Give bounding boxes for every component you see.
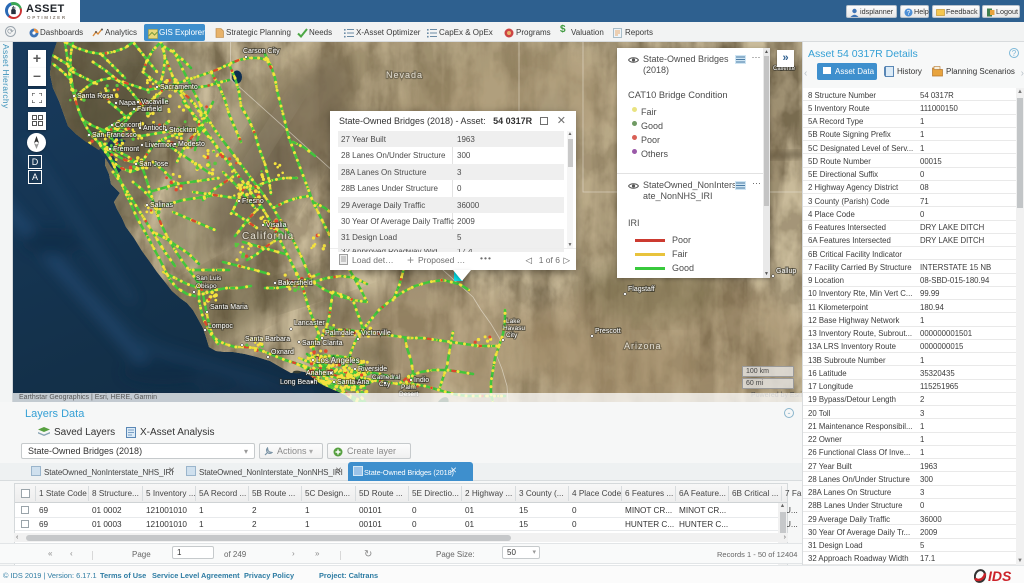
svg-text:Palmdale: Palmdale — [325, 330, 354, 337]
svg-text:Riverside: Riverside — [358, 366, 387, 373]
svg-text:Havasu: Havasu — [503, 325, 525, 332]
svg-text:Victorville: Victorville — [361, 330, 391, 337]
svg-text:Obispo: Obispo — [196, 283, 217, 290]
svg-text:Sacramento: Sacramento — [160, 84, 198, 91]
svg-text:Oxnard: Oxnard — [271, 349, 294, 356]
svg-text:Santa Clarita: Santa Clarita — [302, 340, 343, 347]
svg-text:Carson City: Carson City — [243, 48, 280, 55]
svg-text:San Jose: San Jose — [139, 161, 168, 168]
svg-text:Nevada: Nevada — [386, 70, 423, 80]
svg-text:Salinas: Salinas — [150, 202, 173, 209]
svg-text:Santa Rosa: Santa Rosa — [77, 93, 114, 100]
svg-text:City: City — [506, 332, 518, 339]
svg-text:California: California — [242, 231, 294, 242]
svg-text:Vacaville: Vacaville — [141, 99, 169, 106]
svg-text:IDS: IDS — [988, 568, 1012, 583]
svg-text:?: ? — [907, 10, 911, 17]
svg-text:Modesto: Modesto — [178, 141, 205, 148]
svg-text:Indio: Indio — [414, 377, 429, 384]
svg-text:Prescott: Prescott — [595, 328, 621, 335]
svg-text:Napa: Napa — [119, 100, 136, 107]
svg-text:Flagstaff: Flagstaff — [628, 286, 655, 293]
svg-text:Livermore: Livermore — [145, 142, 176, 149]
svg-text:Santa Maria: Santa Maria — [210, 304, 248, 311]
svg-text:Fairfield: Fairfield — [137, 106, 162, 113]
svg-text:Arizona: Arizona — [624, 341, 662, 351]
svg-text:Antioch: Antioch — [143, 125, 166, 132]
svg-text:Fremont: Fremont — [113, 146, 139, 153]
svg-text:Bakersfield: Bakersfield — [278, 280, 313, 287]
svg-text:Stockton: Stockton — [169, 127, 196, 134]
svg-text:San Luis: San Luis — [196, 275, 222, 282]
svg-text:Lake: Lake — [506, 318, 520, 325]
svg-text:Gallup: Gallup — [776, 268, 796, 275]
svg-text:Santa Ana: Santa Ana — [337, 379, 369, 386]
svg-text:Lompoc: Lompoc — [208, 323, 233, 330]
svg-text:Palm: Palm — [401, 384, 416, 391]
svg-text:Visalia: Visalia — [266, 222, 287, 229]
svg-text:Cathedral: Cathedral — [372, 374, 401, 381]
svg-text:Santa Barbara: Santa Barbara — [245, 336, 290, 343]
svg-text:Lancaster: Lancaster — [294, 320, 325, 327]
svg-text:Los Angeles: Los Angeles — [316, 356, 360, 365]
svg-text:Fresno: Fresno — [242, 198, 264, 205]
svg-text:San Francisco: San Francisco — [92, 132, 137, 139]
svg-text:Concord: Concord — [115, 122, 142, 129]
